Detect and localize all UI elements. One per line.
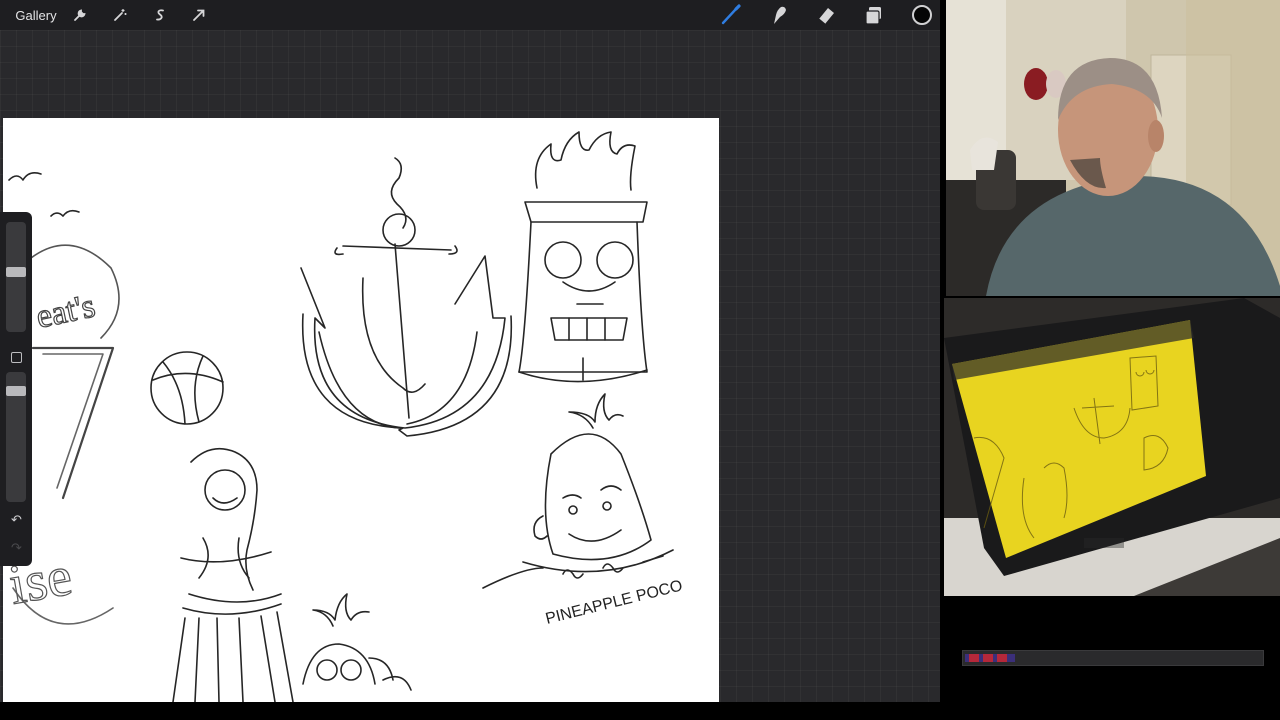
sketch-drawing: PINEAPPLE POCO eat's ise xyxy=(4,131,684,702)
eraser-icon[interactable] xyxy=(813,0,839,30)
gallery-button[interactable]: Gallery xyxy=(8,0,64,30)
sketch-caption: PINEAPPLE POCO xyxy=(544,577,684,627)
opacity-slider[interactable] xyxy=(6,372,26,502)
opacity-thumb[interactable] xyxy=(6,386,26,396)
current-color-swatch xyxy=(912,5,932,25)
color-picker-button[interactable] xyxy=(909,0,935,30)
brush-size-slider[interactable] xyxy=(6,222,26,332)
progress-segment xyxy=(997,654,1007,662)
transform-arrow-icon[interactable] xyxy=(189,0,209,30)
brush-icon[interactable] xyxy=(718,0,744,30)
progress-bar xyxy=(962,650,1264,666)
left-sidebar: ↶ ↷ xyxy=(0,212,32,566)
progress-segment xyxy=(969,654,979,662)
undo-icon[interactable]: ↶ xyxy=(8,512,25,528)
redo-icon[interactable]: ↷ xyxy=(8,540,25,556)
magic-wand-icon[interactable] xyxy=(110,0,130,30)
brush-size-thumb[interactable] xyxy=(6,267,26,277)
screen: Gallery PINEAPPLE POCO eat's ise ↶ ↷ xyxy=(0,0,1280,720)
smudge-icon[interactable] xyxy=(766,0,792,30)
overhead-image xyxy=(944,298,1280,596)
webcam-feed xyxy=(946,0,1280,296)
wrench-icon[interactable] xyxy=(70,0,90,30)
webcam-image xyxy=(946,0,1280,296)
modify-square-icon[interactable] xyxy=(11,352,22,363)
bottom-strip xyxy=(0,702,940,720)
top-toolbar: Gallery xyxy=(0,0,940,30)
sign-fragment-1: eat's xyxy=(33,287,98,335)
overhead-camera-feed xyxy=(944,298,1280,596)
selection-icon[interactable] xyxy=(150,0,170,30)
layers-icon[interactable] xyxy=(861,0,887,30)
procreate-app: Gallery PINEAPPLE POCO eat's ise ↶ ↷ xyxy=(0,0,940,720)
drawing-paper[interactable]: PINEAPPLE POCO eat's ise xyxy=(3,118,719,702)
progress-segment xyxy=(983,654,993,662)
